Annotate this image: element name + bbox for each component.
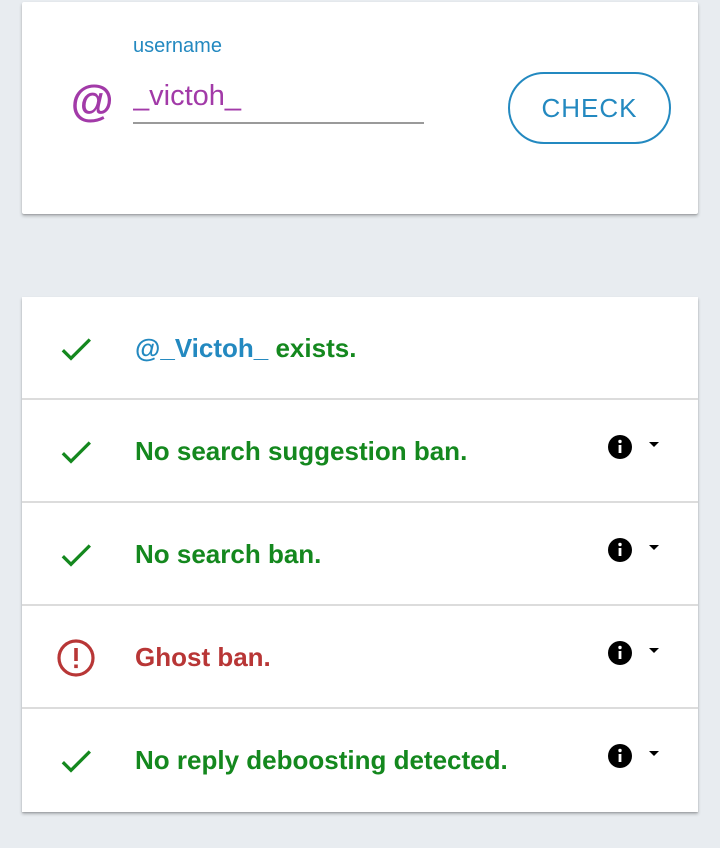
info-icon[interactable] [608,744,632,768]
search-card: @ username CHECK [22,2,698,214]
check-icon [61,544,91,567]
alert-circle-icon [57,639,95,677]
dropdown-arrow-icon[interactable] [648,544,660,552]
result-text: Ghost ban. [135,642,271,672]
check-icon [61,338,91,361]
result-row-search-ban: No search ban. [22,503,698,606]
username-label: username [133,35,222,57]
username-input[interactable] [133,80,424,124]
info-icon[interactable] [608,435,632,459]
check-button[interactable]: CHECK [508,72,671,144]
result-row-ghost-ban: Ghost ban. [22,606,698,709]
dropdown-arrow-icon[interactable] [648,647,660,655]
check-icon [61,441,91,464]
result-text: No search ban. [135,539,322,569]
results-list: @_Victoh_ exists. No search suggestion b… [22,297,698,812]
username-handle[interactable]: @_Victoh_ [135,333,268,363]
dropdown-arrow-icon[interactable] [648,750,660,758]
dropdown-arrow-icon[interactable] [648,441,660,449]
info-icon[interactable] [608,641,632,665]
result-text: No search suggestion ban. [135,436,468,466]
result-row-reply-deboosting: No reply deboosting detected. [22,709,698,812]
result-text: No reply deboosting detected. [135,745,508,775]
info-icon[interactable] [608,538,632,562]
at-symbol-icon: @ [70,77,113,126]
result-row-exists: @_Victoh_ exists. [22,297,698,400]
result-text: @_Victoh_ exists. [135,333,357,363]
check-icon [61,750,91,773]
result-row-search-suggestion-ban: No search suggestion ban. [22,400,698,503]
